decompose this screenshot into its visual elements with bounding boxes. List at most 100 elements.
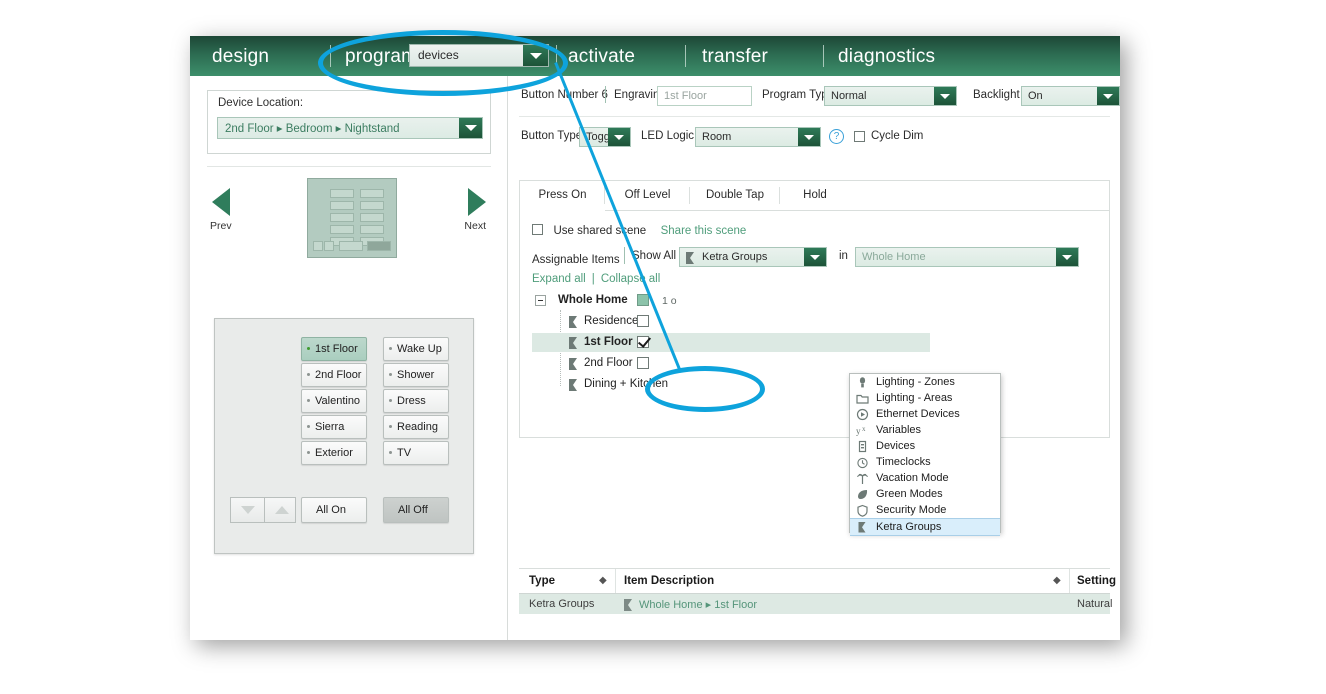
chevron-down-icon[interactable] (934, 87, 956, 105)
column-header-setting[interactable]: Setting (1077, 575, 1116, 587)
dim-rocker[interactable] (230, 497, 296, 523)
nav-item-program[interactable]: program (345, 46, 417, 68)
menu-item-vacation-mode[interactable]: Vacation Mode (850, 470, 1000, 486)
keypad-preview: 1st Floor 2nd Floor Valentino Sierra Ext… (214, 318, 474, 554)
keypad-button-dress[interactable]: Dress (383, 389, 449, 413)
keypad-thumbnail[interactable] (307, 178, 397, 258)
show-all-label[interactable]: Show All (632, 250, 676, 262)
chevron-down-icon[interactable] (608, 128, 630, 146)
menu-item-label: Security Mode (876, 504, 947, 516)
variable-icon: yx (856, 424, 869, 437)
prev-label[interactable]: Prev (210, 220, 232, 232)
chevron-down-icon[interactable] (798, 128, 820, 146)
table-row[interactable]: Ketra Groups Whole Home ▸ 1st Floor Natu… (519, 594, 1112, 614)
nav-item-diagnostics[interactable]: diagnostics (838, 46, 935, 68)
scope-value: Whole Home (862, 251, 926, 263)
backlight-select[interactable]: On (1021, 86, 1120, 106)
tab-hold[interactable]: Hold (780, 181, 850, 210)
next-arrow-icon[interactable] (468, 188, 486, 216)
keypad-button-all-off[interactable]: All Off (383, 497, 449, 523)
tree-row-whole-home[interactable]: Whole Home 1 o (532, 291, 930, 310)
collapse-toggle-icon[interactable] (535, 295, 546, 306)
keypad-button-2nd-floor[interactable]: 2nd Floor (301, 363, 367, 387)
keypad-button-label: Dress (397, 395, 426, 407)
tree-row-1st-floor[interactable]: 1st Floor (532, 333, 930, 352)
keypad-button-label: TV (397, 447, 412, 459)
dim-down-icon[interactable] (240, 506, 255, 514)
led-logic-select[interactable]: Room (695, 127, 821, 147)
cycle-dim-checkbox[interactable] (854, 131, 865, 142)
keypad-button-1st-floor[interactable]: 1st Floor (301, 337, 367, 361)
tree-row-2nd-floor[interactable]: 2nd Floor (532, 354, 930, 373)
chevron-down-icon[interactable] (1097, 87, 1119, 105)
sort-icon[interactable]: ◆ (1053, 575, 1061, 586)
program-type-select[interactable]: Normal (824, 86, 957, 106)
tree-node-label: 2nd Floor (584, 357, 633, 369)
ketra-flag-icon (568, 315, 578, 328)
keypad-button-reading[interactable]: Reading (383, 415, 449, 439)
tree-node-label: Whole Home (558, 294, 628, 306)
device-location-box: Device Location: 2nd Floor ▸ Bedroom ▸ N… (207, 90, 491, 154)
use-shared-scene-checkbox[interactable] (532, 224, 543, 235)
prev-arrow-icon[interactable] (212, 188, 230, 216)
sort-icon[interactable]: ◆ (599, 575, 607, 586)
menu-item-label: Lighting - Zones (876, 376, 955, 388)
palm-tree-icon (856, 472, 869, 485)
engraving-input[interactable]: 1st Floor (657, 86, 752, 106)
use-shared-scene-label: Use shared scene (553, 225, 647, 237)
keypad-button-valentino[interactable]: Valentino (301, 389, 367, 413)
menu-item-lighting-zones[interactable]: Lighting - Zones (850, 374, 1000, 390)
item-type-dropdown-menu[interactable]: Lighting - Zones Lighting - Areas Ethern… (849, 373, 1001, 536)
keypad-button-shower[interactable]: Shower (383, 363, 449, 387)
menu-item-label: Variables (876, 424, 922, 436)
share-this-scene-link[interactable]: Share this scene (661, 225, 747, 237)
cycle-dim-label: Cycle Dim (871, 130, 924, 142)
expand-all-link[interactable]: Expand all (532, 273, 586, 285)
chevron-down-icon[interactable] (459, 118, 482, 138)
chevron-down-icon[interactable] (804, 248, 826, 266)
cell-type: Ketra Groups (529, 598, 595, 610)
tree-node-checkbox[interactable] (637, 315, 649, 327)
keypad-button-wake-up[interactable]: Wake Up (383, 337, 449, 361)
tree-row-residence[interactable]: Residence (532, 312, 930, 331)
led-logic-value: Room (702, 131, 732, 143)
tree-node-checkbox[interactable] (637, 336, 649, 348)
keypad-button-tv[interactable]: TV (383, 441, 449, 465)
keypad-button-sierra[interactable]: Sierra (301, 415, 367, 439)
menu-item-timeclocks[interactable]: Timeclocks (850, 454, 1000, 470)
chevron-down-icon[interactable] (523, 45, 548, 66)
column-header-item-description[interactable]: Item Description (624, 575, 714, 587)
column-header-type[interactable]: Type (529, 575, 555, 587)
chevron-down-icon[interactable] (1056, 248, 1078, 266)
help-icon[interactable]: ? (829, 129, 844, 144)
menu-item-security-mode[interactable]: Security Mode (850, 502, 1000, 518)
tab-double-tap[interactable]: Double Tap (690, 181, 780, 210)
nav-item-activate[interactable]: activate (568, 46, 635, 68)
menu-item-ethernet-devices[interactable]: Ethernet Devices (850, 406, 1000, 422)
menu-item-variables[interactable]: yx Variables (850, 422, 1000, 438)
menu-item-green-modes[interactable]: Green Modes (850, 486, 1000, 502)
divider (207, 166, 491, 167)
tree-node-checkbox[interactable] (637, 357, 649, 369)
menu-item-ketra-groups[interactable]: Ketra Groups (850, 518, 1000, 536)
tab-off-level[interactable]: Off Level (605, 181, 690, 210)
svg-text:x: x (862, 425, 866, 433)
nav-item-design[interactable]: design (212, 46, 269, 68)
next-label[interactable]: Next (464, 220, 486, 232)
tree-node-checkbox[interactable] (637, 294, 649, 306)
nav-item-transfer[interactable]: transfer (702, 46, 768, 68)
program-mode-select[interactable]: devices (409, 44, 549, 67)
menu-item-devices[interactable]: Devices (850, 438, 1000, 454)
keypad-button-all-on[interactable]: All On (301, 497, 367, 523)
menu-item-lighting-areas[interactable]: Lighting - Areas (850, 390, 1000, 406)
keypad-button-label: 1st Floor (315, 343, 358, 355)
ketra-flag-icon (685, 251, 695, 264)
tab-press-on[interactable]: Press On (520, 181, 605, 211)
item-type-select[interactable]: Ketra Groups (679, 247, 827, 267)
scope-select[interactable]: Whole Home (855, 247, 1079, 267)
device-location-select[interactable]: 2nd Floor ▸ Bedroom ▸ Nightstand (217, 117, 483, 139)
keypad-button-exterior[interactable]: Exterior (301, 441, 367, 465)
dim-up-icon[interactable] (274, 506, 289, 514)
collapse-all-link[interactable]: Collapse all (601, 273, 660, 285)
keypad-button-label: Wake Up (397, 343, 442, 355)
